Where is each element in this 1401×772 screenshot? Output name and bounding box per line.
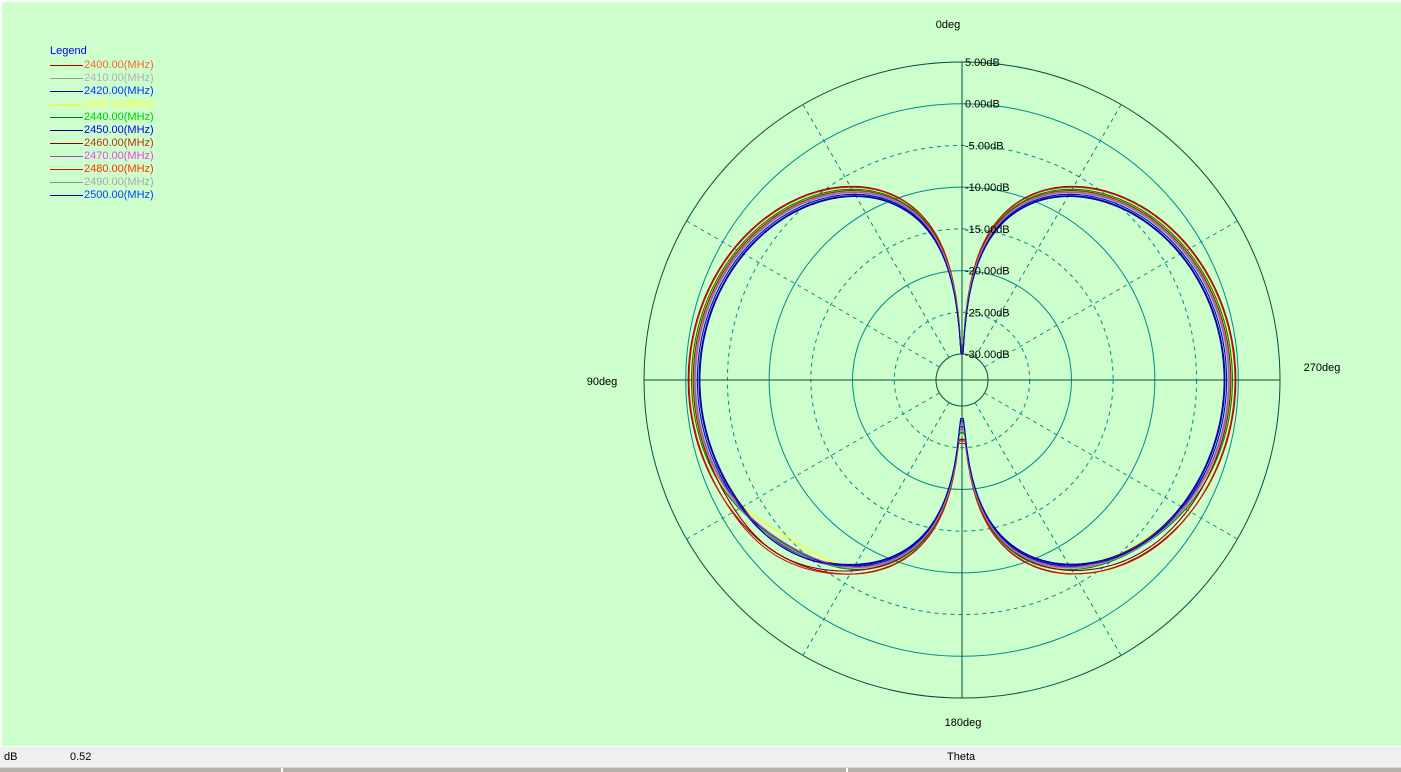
legend-label: 2450.00(MHz)	[84, 124, 154, 137]
radiation-pattern-plot[interactable]: 5.00dB 0.00dB -5.00dB -10.00dB -15.00dB -20.0…	[0, 0, 1401, 746]
legend-item: 2410.00(MHz)	[50, 72, 154, 85]
strip-separator	[281, 768, 283, 772]
legend-swatch	[50, 91, 83, 92]
strip-separator	[846, 768, 848, 772]
window-border-left	[0, 0, 2, 746]
legend-label: 2480.00(MHz)	[84, 163, 154, 176]
grid-spoke-150deg	[803, 403, 949, 656]
legend-item: 2450.00(MHz)	[50, 124, 154, 137]
window-edge-strip	[0, 767, 1401, 772]
status-radial-axis-label: dB	[4, 751, 17, 763]
legend-swatch	[50, 117, 83, 118]
legend-item: 2420.00(MHz)	[50, 85, 154, 98]
legend-item: 2470.00(MHz)	[50, 150, 154, 163]
app-window: 5.00dB 0.00dB -5.00dB -10.00dB -15.00dB -20.0…	[0, 0, 1401, 772]
status-cursor-value: 0.52	[70, 751, 91, 763]
ring-label--30dB: -30.00dB	[965, 349, 1010, 361]
legend-swatch	[50, 195, 83, 196]
legend-label: 2500.00(MHz)	[84, 189, 154, 202]
legend-label: 2460.00(MHz)	[84, 137, 154, 150]
grid-spoke-60deg	[687, 221, 940, 367]
grid-spoke-240deg	[985, 393, 1238, 539]
legend-label: 2470.00(MHz)	[84, 150, 154, 163]
ring-label--15dB: -15.00dB	[965, 224, 1010, 236]
legend-swatch	[50, 65, 83, 66]
status-bar: dB 0.52 Theta	[0, 746, 1401, 767]
legend-item: 2490.00(MHz)	[50, 176, 154, 189]
legend-label: 2440.00(MHz)	[84, 111, 154, 124]
status-angular-axis-label: Theta	[947, 751, 975, 763]
legend-swatch	[50, 78, 83, 79]
legend-item: 2430.00(MHz)	[50, 98, 154, 111]
ring-label--5dB: -5.00dB	[965, 140, 1004, 152]
legend-item: 2480.00(MHz)	[50, 163, 154, 176]
legend-item: 2400.00(MHz)	[50, 59, 154, 72]
grid-spoke-300deg	[985, 221, 1238, 367]
legend-swatch	[50, 169, 83, 170]
ring-label-5dB: 5.00dB	[965, 57, 1000, 69]
legend-rows: 2400.00(MHz)2410.00(MHz)2420.00(MHz)2430…	[50, 59, 154, 202]
legend-swatch	[50, 130, 83, 131]
angle-label-0deg: 0deg	[936, 19, 960, 31]
angle-label-180deg: 180deg	[945, 717, 982, 729]
angle-label-90deg: 90deg	[587, 376, 618, 388]
ring-label--20dB: -20.00dB	[965, 266, 1010, 278]
legend-label: 2400.00(MHz)	[84, 59, 154, 72]
legend-swatch	[50, 104, 83, 105]
legend-label: 2420.00(MHz)	[84, 85, 154, 98]
ring-label-0dB: 0.00dB	[965, 99, 1000, 111]
legend-swatch	[50, 143, 83, 144]
ring-label--10dB: -10.00dB	[965, 182, 1010, 194]
legend-label: 2430.00(MHz)	[84, 98, 154, 111]
legend-title: Legend	[50, 44, 154, 59]
legend: Legend 2400.00(MHz)2410.00(MHz)2420.00(M…	[50, 44, 154, 202]
legend-label: 2490.00(MHz)	[84, 176, 154, 189]
grid-spoke-120deg	[687, 393, 940, 539]
window-border-top	[0, 0, 1401, 2]
legend-swatch	[50, 156, 83, 157]
legend-label: 2410.00(MHz)	[84, 72, 154, 85]
legend-item: 2460.00(MHz)	[50, 137, 154, 150]
grid-spoke-30deg	[803, 105, 949, 358]
legend-swatch	[50, 182, 83, 183]
angle-label-270deg: 270deg	[1304, 362, 1341, 374]
legend-item: 2500.00(MHz)	[50, 189, 154, 202]
legend-item: 2440.00(MHz)	[50, 111, 154, 124]
grid-spoke-210deg	[975, 403, 1121, 656]
ring-label--25dB: -25.00dB	[965, 307, 1010, 319]
